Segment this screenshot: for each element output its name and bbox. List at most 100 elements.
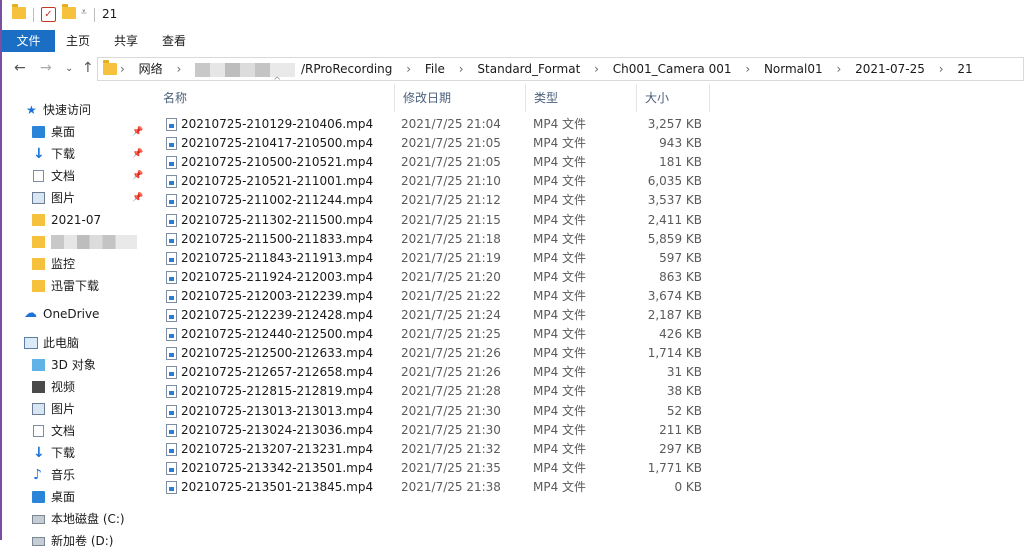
column-header-name[interactable]: 名称 [155,84,395,112]
nav-pc-pictures[interactable]: 图片 [2,399,145,419]
file-name: 20210725-212239-212428.mp4 [181,308,374,322]
nav-downloads[interactable]: ↓ 下载 📌 [2,144,145,164]
chevron-right-icon[interactable]: › [594,58,599,80]
title-bar: ✓ ⩡ 21 [2,0,1024,30]
file-row[interactable]: 20210725-213207-213231.mp4 2021/7/25 21:3… [155,440,715,459]
nav-pc-documents[interactable]: 文档 [2,421,145,441]
chevron-right-icon[interactable]: › [120,58,125,80]
file-size: 181 KB [659,155,702,170]
forward-arrow-icon[interactable]: → [40,60,52,76]
file-row[interactable]: 20210725-213342-213501.mp4 2021/7/25 21:3… [155,459,715,478]
nav-desktop[interactable]: 桌面 📌 [2,122,145,142]
file-row[interactable]: 20210725-210417-210500.mp4 2021/7/25 21:0… [155,134,715,153]
chevron-right-icon[interactable]: › [176,58,181,80]
chevron-right-icon[interactable]: › [836,58,841,80]
file-name: 20210725-211924-212003.mp4 [181,269,374,284]
nav-pc-desktop[interactable]: 桌面 [2,487,145,507]
nav-drive-c[interactable]: 本地磁盘 (C:) [2,509,145,529]
pin-icon[interactable]: 📌 [132,188,143,208]
file-date: 2021/7/25 21:12 [401,193,501,208]
file-type: MP4 文件 [533,479,587,494]
video-file-icon [166,404,177,418]
nav-folder-monitor[interactable]: 监控 [2,254,145,274]
video-file-icon [166,423,177,437]
file-row[interactable]: 20210725-212815-212819.mp4 2021/7/25 21:2… [155,382,715,401]
properties-icon[interactable]: ✓ [41,7,56,22]
nav-quick-access[interactable]: ★ 快速访问 [2,100,145,120]
file-row[interactable]: 20210725-210129-210406.mp4 2021/7/25 21:0… [155,115,715,134]
nav-onedrive[interactable]: ☁ OneDrive [2,304,145,324]
tab-home[interactable]: 主页 [58,30,98,52]
address-bar[interactable]: › 网络 › /RProRecording › File › Standard_… [97,57,1024,81]
breadcrumb-current[interactable]: 21 [957,58,972,80]
file-row[interactable]: 20210725-213501-213845.mp4 2021/7/25 21:3… [155,478,715,497]
video-file-icon [166,442,177,456]
breadcrumb-file[interactable]: File [425,58,445,80]
breadcrumb-recording[interactable]: /RProRecording [301,58,392,80]
customize-quick-access-icon[interactable]: ⩡ [81,7,87,18]
breadcrumb-camera[interactable]: Ch001_Camera 001 [613,58,732,80]
file-name: 20210725-211302-211500.mp4 [181,212,374,227]
file-row[interactable]: 20210725-211924-212003.mp4 2021/7/25 21:2… [155,268,715,287]
file-row[interactable]: 20210725-210500-210521.mp4 2021/7/25 21:0… [155,153,715,172]
file-row[interactable]: 20210725-213013-213013.mp4 2021/7/25 21:3… [155,402,715,421]
back-arrow-icon[interactable]: ← [14,60,26,76]
column-header-type[interactable]: 类型 [526,84,637,112]
nav-drive-d[interactable]: 新加卷 (D:) [2,531,145,551]
nav-folder-thunder-downloads[interactable]: 迅雷下载 [2,276,145,296]
folder-icon[interactable] [12,4,26,19]
nav-3d-objects[interactable]: 3D 对象 [2,355,145,375]
file-row[interactable]: 20210725-212440-212500.mp4 2021/7/25 21:2… [155,325,715,344]
file-row[interactable]: 20210725-211302-211500.mp4 2021/7/25 21:1… [155,211,715,230]
nav-folder-2021-07[interactable]: 2021-07 [2,210,145,230]
tab-share[interactable]: 共享 [106,30,146,52]
nav-music[interactable]: ♪ 音乐 [2,465,145,485]
breadcrumb-network[interactable]: 网络 [139,58,163,80]
cloud-icon: ☁ [24,306,37,321]
nav-videos[interactable]: 视频 [2,377,145,397]
file-row[interactable]: 20210725-211002-211244.mp4 2021/7/25 21:1… [155,191,715,210]
file-size: 297 KB [659,441,702,456]
video-file-icon [166,156,177,170]
column-header-size[interactable]: 大小 [637,84,710,112]
file-row[interactable]: 20210725-211500-211833.mp4 2021/7/25 21:1… [155,230,715,249]
breadcrumb-date[interactable]: 2021-07-25 [855,58,925,80]
breadcrumb-standard-format[interactable]: Standard_Format [477,58,580,80]
nav-folder-redacted[interactable] [2,232,145,252]
file-size: 863 KB [659,269,702,284]
file-name: 20210725-212500-212633.mp4 [181,346,374,361]
chevron-right-icon[interactable]: › [459,58,464,80]
video-file-icon [166,118,177,131]
chevron-right-icon[interactable]: › [406,58,411,80]
tab-view[interactable]: 查看 [154,30,194,52]
nav-documents[interactable]: 文档 📌 [2,166,145,186]
nav-pc-downloads[interactable]: ↓ 下载 [2,443,145,463]
chevron-right-icon[interactable]: › [745,58,750,80]
file-size: 31 KB [666,365,702,380]
pin-icon[interactable]: 📌 [132,166,143,186]
nav-this-pc[interactable]: 此电脑 [2,333,145,353]
new-folder-icon[interactable] [62,4,76,19]
pin-icon[interactable]: 📌 [132,122,143,142]
nav-pictures[interactable]: 图片 📌 [2,188,145,208]
file-type: MP4 文件 [533,288,587,303]
breadcrumb-normal01[interactable]: Normal01 [764,58,823,80]
file-date: 2021/7/25 21:15 [401,212,501,227]
file-date: 2021/7/25 21:26 [401,346,501,361]
file-type: MP4 文件 [533,231,587,246]
file-size: 52 KB [666,403,702,418]
up-arrow-icon[interactable]: ↑ [82,60,94,76]
file-row[interactable]: 20210725-211843-211913.mp4 2021/7/25 21:1… [155,249,715,268]
file-row[interactable]: 20210725-210521-211001.mp4 2021/7/25 21:1… [155,172,715,191]
file-size: 2,187 KB [647,308,702,322]
pin-icon[interactable]: 📌 [132,144,143,164]
file-row[interactable]: 20210725-212003-212239.mp4 2021/7/25 21:2… [155,287,715,306]
file-row[interactable]: 20210725-213024-213036.mp4 2021/7/25 21:3… [155,421,715,440]
file-row[interactable]: 20210725-212657-212658.mp4 2021/7/25 21:2… [155,363,715,382]
recent-locations-icon[interactable]: ⌄ [65,63,73,74]
file-row[interactable]: 20210725-212500-212633.mp4 2021/7/25 21:2… [155,344,715,363]
chevron-right-icon[interactable]: › [939,58,944,80]
tab-file[interactable]: 文件 [2,30,55,52]
file-row[interactable]: 20210725-212239-212428.mp4 2021/7/25 21:2… [155,306,715,325]
column-header-date[interactable]: 修改日期 [395,84,526,112]
